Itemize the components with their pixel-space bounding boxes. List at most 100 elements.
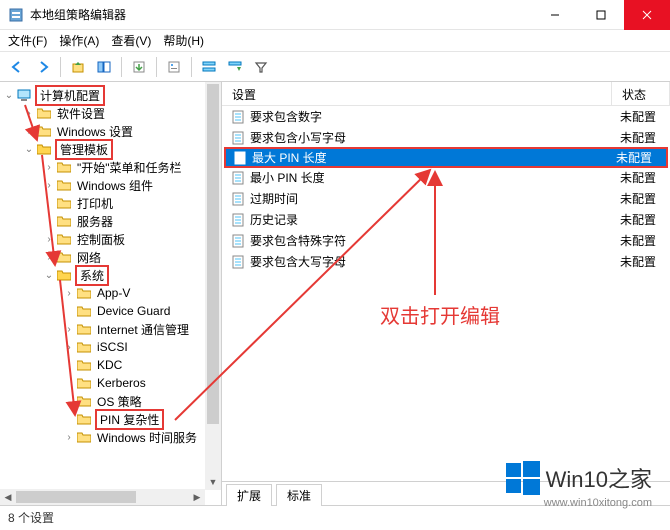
tree-node-control[interactable]: ›控制面板 (0, 230, 221, 248)
tree-node-appv[interactable]: ›App-V (0, 284, 221, 302)
policy-icon (232, 150, 248, 166)
forward-button[interactable] (32, 56, 54, 78)
maximize-button[interactable] (578, 0, 624, 30)
app-icon (8, 7, 24, 23)
folder-icon (56, 177, 72, 193)
list-header[interactable]: 设置 状态 (222, 82, 670, 106)
computer-icon (16, 87, 32, 103)
tree-node-kdc[interactable]: KDC (0, 356, 221, 374)
column-setting[interactable]: 设置 (222, 82, 612, 105)
menu-action[interactable]: 操作(A) (59, 32, 99, 49)
expand-icon[interactable]: › (62, 288, 76, 299)
tree-node-admin-templates[interactable]: ⌄管理模板 (0, 140, 221, 158)
tree-node-inet[interactable]: ›Internet 通信管理 (0, 320, 221, 338)
list-row[interactable]: 过期时间未配置 (222, 188, 670, 209)
menu-view[interactable]: 查看(V) (111, 32, 151, 49)
menu-help[interactable]: 帮助(H) (163, 32, 204, 49)
horizontal-scrollbar[interactable]: ◀▶ (0, 489, 205, 505)
tree-node-kerb[interactable]: Kerberos (0, 374, 221, 392)
folder-icon (76, 393, 92, 409)
window-title: 本地组策略编辑器 (30, 6, 532, 23)
tree-node-iscsi[interactable]: ›iSCSI (0, 338, 221, 356)
row-state: 未配置 (620, 169, 670, 186)
policy-icon (230, 233, 246, 249)
up-button[interactable] (67, 56, 89, 78)
tree-node-printer[interactable]: 打印机 (0, 194, 221, 212)
policy-icon (230, 254, 246, 270)
list-row[interactable]: 最小 PIN 长度未配置 (222, 167, 670, 188)
expand-icon[interactable]: › (62, 324, 76, 335)
row-state: 未配置 (620, 129, 670, 146)
folder-icon (76, 411, 92, 427)
tree-node-software[interactable]: ›软件设置 (0, 104, 221, 122)
row-label: 要求包含小写字母 (250, 129, 620, 146)
folder-icon (76, 429, 92, 445)
expand-icon[interactable]: › (42, 180, 56, 191)
expand-icon[interactable]: › (62, 432, 76, 443)
row-state: 未配置 (620, 108, 670, 125)
export-list-button[interactable] (128, 56, 150, 78)
tab-extended[interactable]: 扩展 (226, 484, 272, 506)
expand-icon[interactable]: › (42, 234, 56, 245)
menu-file[interactable]: 文件(F) (8, 32, 47, 49)
folder-icon (76, 357, 92, 373)
tree-node-os[interactable]: OS 策略 (0, 392, 221, 410)
folder-open-icon (56, 267, 72, 283)
folder-icon (76, 321, 92, 337)
filter-button-1[interactable] (198, 56, 220, 78)
folder-open-icon (36, 141, 52, 157)
folder-icon (56, 249, 72, 265)
filter-button-2[interactable] (224, 56, 246, 78)
row-state: 未配置 (616, 149, 666, 166)
expand-icon[interactable]: › (22, 126, 36, 137)
folder-icon (76, 303, 92, 319)
expand-icon[interactable]: › (62, 342, 76, 353)
row-label: 最小 PIN 长度 (250, 169, 620, 186)
policy-icon (230, 191, 246, 207)
expand-icon[interactable]: ⌄ (42, 270, 56, 281)
list-row[interactable]: 要求包含数字未配置 (222, 106, 670, 127)
tree-node-pin[interactable]: PIN 复杂性 (0, 410, 221, 428)
minimize-button[interactable] (532, 0, 578, 30)
filter-options-button[interactable] (250, 56, 272, 78)
row-state: 未配置 (620, 190, 670, 207)
tree-node-time[interactable]: ›Windows 时间服务 (0, 428, 221, 446)
list-row[interactable]: 要求包含特殊字符未配置 (222, 230, 670, 251)
list-row[interactable]: 要求包含大写字母未配置 (222, 251, 670, 272)
show-hide-tree-button[interactable] (93, 56, 115, 78)
statusbar: 8 个设置 (0, 506, 670, 528)
policy-icon (230, 170, 246, 186)
folder-icon (56, 231, 72, 247)
policy-icon (230, 212, 246, 228)
list-row[interactable]: 最大 PIN 长度未配置 (224, 147, 668, 168)
tree-node-network[interactable]: ›网络 (0, 248, 221, 266)
folder-icon (36, 123, 52, 139)
properties-button[interactable] (163, 56, 185, 78)
tree-node-wincomp[interactable]: ›Windows 组件 (0, 176, 221, 194)
row-label: 过期时间 (250, 190, 620, 207)
row-state: 未配置 (620, 211, 670, 228)
list-row[interactable]: 要求包含小写字母未配置 (222, 127, 670, 148)
list-row[interactable]: 历史记录未配置 (222, 209, 670, 230)
expand-icon[interactable]: › (22, 108, 36, 119)
tree-node-start[interactable]: ›"开始"菜单和任务栏 (0, 158, 221, 176)
tree-node-system[interactable]: ⌄系统 (0, 266, 221, 284)
tree-node-devguard[interactable]: Device Guard (0, 302, 221, 320)
expand-icon[interactable]: › (42, 252, 56, 263)
row-label: 最大 PIN 长度 (252, 149, 616, 166)
row-label: 要求包含特殊字符 (250, 232, 620, 249)
back-button[interactable] (6, 56, 28, 78)
tree-node-windows[interactable]: ›Windows 设置 (0, 122, 221, 140)
expand-icon[interactable]: ⌄ (22, 144, 36, 155)
vertical-scrollbar[interactable]: ▲▼ (205, 82, 221, 490)
tab-standard[interactable]: 标准 (276, 484, 322, 506)
close-button[interactable] (624, 0, 670, 30)
tree-node-server[interactable]: 服务器 (0, 212, 221, 230)
folder-icon (76, 375, 92, 391)
expand-icon[interactable]: ⌄ (2, 90, 16, 101)
expand-icon[interactable]: › (42, 162, 56, 173)
tree-view[interactable]: ⌄ 计算机配置 ›软件设置 ›Windows 设置 ⌄管理模板 ›"开始"菜单和… (0, 82, 221, 486)
column-state[interactable]: 状态 (612, 82, 670, 105)
tree-node-computer-config[interactable]: ⌄ 计算机配置 (0, 86, 221, 104)
row-label: 要求包含数字 (250, 108, 620, 125)
